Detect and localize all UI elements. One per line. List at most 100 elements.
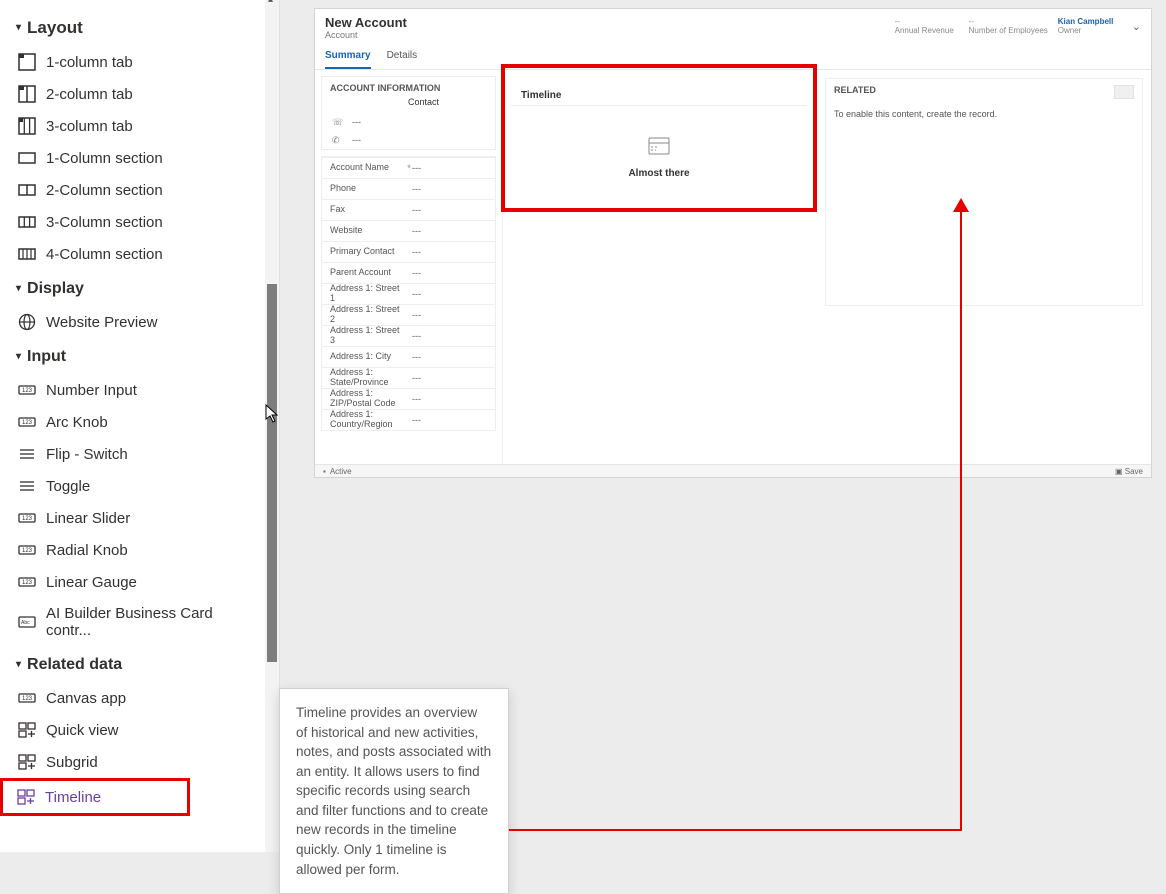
- scrollbar-thumb[interactable]: [267, 284, 277, 662]
- timeline-component[interactable]: Timeline Almost there: [501, 64, 817, 212]
- group-title-layout: Layout: [27, 18, 83, 38]
- group-title-display: Display: [27, 280, 84, 298]
- footer-status: Active: [330, 467, 352, 476]
- item-2-column-section[interactable]: 2-Column section: [14, 174, 265, 206]
- field-row[interactable]: Website---: [322, 220, 495, 241]
- contact-row: ☏ ---: [322, 113, 495, 131]
- sidebar-scrollbar[interactable]: ▴: [265, 0, 279, 852]
- field-row[interactable]: Address 1: Street 2---: [322, 304, 495, 325]
- item-timeline[interactable]: Timeline: [13, 781, 187, 813]
- preview-header-metrics: --Annual Revenue --Number of Employees K…: [895, 17, 1141, 35]
- item-linear-slider[interactable]: 123 Linear Slider: [14, 502, 265, 534]
- more-icon[interactable]: [1114, 85, 1134, 99]
- phone-icon: ✆: [332, 135, 342, 145]
- scrollbar-up-icon[interactable]: ▴: [268, 0, 273, 5]
- phone-icon: ☏: [332, 117, 342, 127]
- chevron-down-icon: ▾: [16, 22, 21, 33]
- item-4-column-section[interactable]: 4-Column section: [14, 238, 265, 270]
- field-row[interactable]: Address 1: ZIP/Postal Code---: [322, 388, 495, 409]
- item-toggle[interactable]: Toggle: [14, 470, 265, 502]
- tooltip-timeline: Timeline provides an overview of histori…: [279, 688, 509, 894]
- field-row[interactable]: Account Name*---: [322, 157, 495, 178]
- footer-save[interactable]: Save: [1125, 467, 1143, 476]
- field-row[interactable]: Address 1: Country/Region---: [322, 409, 495, 430]
- item-canvas-app[interactable]: 123 Canvas app: [14, 682, 265, 714]
- chevron-down-icon[interactable]: ⌄: [1132, 20, 1141, 33]
- tab-column-3-icon: [18, 117, 36, 135]
- svg-text:123: 123: [22, 580, 33, 586]
- timeline-icon: [17, 788, 35, 806]
- form-related-column: RELATED To enable this content, create t…: [817, 70, 1151, 468]
- item-3-column-section[interactable]: 3-Column section: [14, 206, 265, 238]
- form-preview-window: New Account Account --Annual Revenue --N…: [314, 8, 1152, 478]
- section-2-icon: [18, 181, 36, 199]
- item-quick-view[interactable]: Quick view: [14, 714, 265, 746]
- item-arc-knob[interactable]: 123 Arc Knob: [14, 406, 265, 438]
- item-radial-knob[interactable]: 123 Radial Knob: [14, 534, 265, 566]
- form-left-column: ACCOUNT INFORMATION Contact ☏ --- ✆ --- …: [315, 70, 503, 468]
- section-1-icon: [18, 149, 36, 167]
- globe-icon: [18, 313, 36, 331]
- field-row[interactable]: Address 1: Street 1---: [322, 283, 495, 304]
- arc-knob-icon: 123: [18, 413, 36, 431]
- field-row[interactable]: Parent Account---: [322, 262, 495, 283]
- related-title: RELATED: [834, 85, 1134, 99]
- number-input-icon: 123: [18, 381, 36, 399]
- svg-text:123: 123: [22, 696, 33, 702]
- slider-icon: 123: [18, 509, 36, 527]
- switch-icon: [18, 445, 36, 463]
- item-number-input[interactable]: 123 Number Input: [14, 374, 265, 406]
- item-2-column-tab[interactable]: 2-column tab: [14, 78, 265, 110]
- canvas-app-icon: 123: [18, 689, 36, 707]
- item-3-column-tab[interactable]: 3-column tab: [14, 110, 265, 142]
- preview-footer: ▪ Active ▣ Save: [315, 464, 1151, 477]
- section-3-icon: [18, 213, 36, 231]
- svg-text:123: 123: [22, 548, 33, 554]
- svg-text:123: 123: [22, 516, 33, 522]
- item-linear-gauge[interactable]: 123 Linear Gauge: [14, 566, 265, 598]
- field-row[interactable]: Phone---: [322, 178, 495, 199]
- field-row[interactable]: Address 1: Street 3---: [322, 325, 495, 346]
- item-website-preview[interactable]: Website Preview: [14, 306, 265, 338]
- svg-text:123: 123: [22, 388, 33, 394]
- item-1-column-section[interactable]: 1-Column section: [14, 142, 265, 174]
- annotation-line: [960, 205, 962, 830]
- item-flip-switch[interactable]: Flip - Switch: [14, 438, 265, 470]
- field-row[interactable]: Fax---: [322, 199, 495, 220]
- calendar-icon: [646, 136, 672, 158]
- group-header-input[interactable]: ▾ Input: [14, 338, 265, 374]
- item-ai-builder-card[interactable]: Abc AI Builder Business Card contr...: [14, 598, 265, 646]
- group-header-related[interactable]: ▾ Related data: [14, 646, 265, 682]
- gauge-icon: 123: [18, 573, 36, 591]
- group-header-layout[interactable]: ▾ Layout: [14, 8, 265, 46]
- radial-knob-icon: 123: [18, 541, 36, 559]
- section-4-icon: [18, 245, 36, 263]
- tab-summary[interactable]: Summary: [325, 46, 371, 69]
- chevron-down-icon: ▾: [16, 283, 21, 294]
- status-dot-icon: ▪: [323, 467, 326, 476]
- chevron-down-icon: ▾: [16, 659, 21, 670]
- form-timeline-column: Timeline Almost there: [503, 70, 817, 468]
- card-icon: Abc: [18, 613, 36, 631]
- field-row[interactable]: Primary Contact---: [322, 241, 495, 262]
- chevron-down-icon: ▾: [16, 351, 21, 362]
- tab-details[interactable]: Details: [387, 46, 418, 69]
- quick-view-icon: [18, 721, 36, 739]
- timeline-message: Almost there: [628, 168, 689, 179]
- annotation-line: [474, 829, 962, 831]
- section-title-account-info: ACCOUNT INFORMATION: [322, 77, 495, 95]
- group-header-display[interactable]: ▾ Display: [14, 270, 265, 306]
- svg-text:Abc: Abc: [21, 620, 30, 626]
- group-title-related: Related data: [27, 656, 122, 674]
- field-row[interactable]: Address 1: City---: [322, 346, 495, 367]
- svg-text:123: 123: [22, 420, 33, 426]
- component-sidebar: ▾ Layout 1-column tab 2-column tab 3-col…: [0, 0, 280, 852]
- save-icon[interactable]: ▣: [1115, 467, 1125, 476]
- item-1-column-tab[interactable]: 1-column tab: [14, 46, 265, 78]
- contact-row: ✆ ---: [322, 131, 495, 149]
- field-row[interactable]: Address 1: State/Province---: [322, 367, 495, 388]
- toggle-icon: [18, 477, 36, 495]
- item-subgrid[interactable]: Subgrid: [14, 746, 265, 778]
- group-title-input: Input: [27, 348, 66, 366]
- timeline-title: Timeline: [511, 68, 807, 106]
